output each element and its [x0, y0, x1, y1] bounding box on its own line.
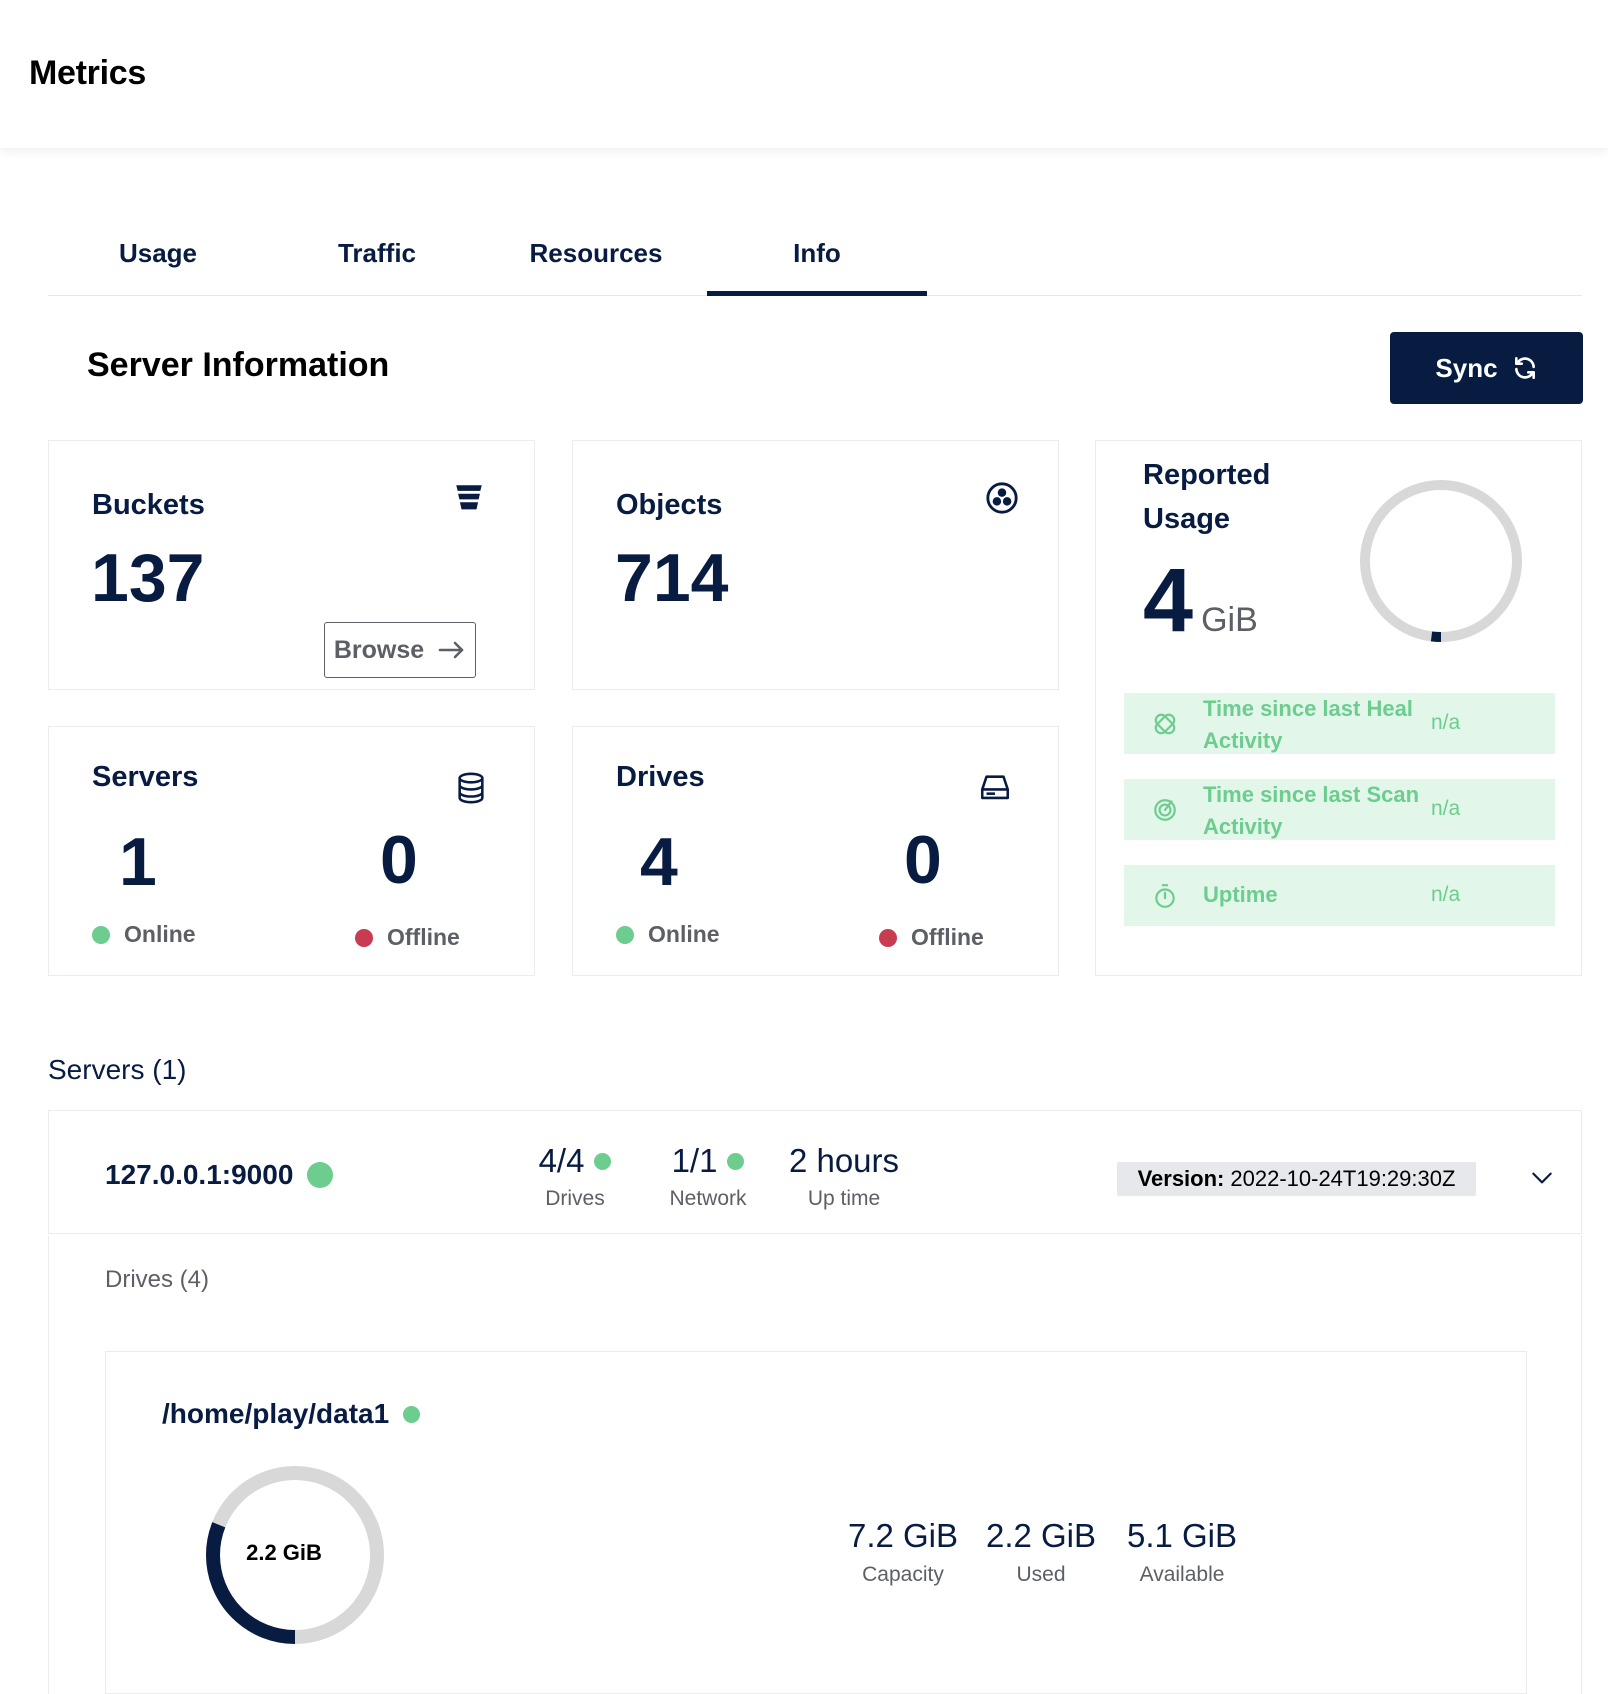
uptime-row: Uptime n/a — [1124, 865, 1555, 926]
online-label: Online — [124, 921, 196, 947]
server-drives-value: 4/4 — [538, 1142, 585, 1179]
objects-card: Objects 714 — [572, 440, 1059, 690]
drives-title: Drives — [616, 761, 705, 793]
available-value: 5.1 GiB — [1126, 1517, 1238, 1554]
drives-status-dot — [594, 1152, 612, 1170]
drives-offline-status: Offline — [879, 924, 984, 951]
server-endpoint: 127.0.0.1:9000 — [105, 1159, 334, 1191]
tab-usage[interactable]: Usage — [48, 238, 268, 269]
buckets-title: Buckets — [92, 489, 205, 521]
drive-icon — [980, 775, 1010, 800]
used-label: Used — [1016, 1563, 1066, 1586]
server-uptime-label: Up time — [807, 1187, 881, 1210]
scan-activity-row: Time since last Scan Activity n/a — [1124, 779, 1555, 840]
drive-available-metric: 5.1 GiB Available — [1112, 1517, 1252, 1587]
usage-amount: 4 — [1143, 551, 1194, 651]
drives-online-count: 4 — [640, 824, 678, 900]
offline-dot — [879, 928, 897, 947]
online-label: Online — [648, 921, 720, 947]
version-key: Version: — [1137, 1166, 1225, 1191]
tab-traffic[interactable]: Traffic — [267, 238, 487, 269]
offline-label: Offline — [911, 924, 984, 950]
server-network-value: 1/1 — [671, 1142, 718, 1179]
sync-button-label: Sync — [1435, 352, 1498, 383]
heal-activity-label: Time since last Heal Activity — [1203, 696, 1413, 753]
drive-ring-label: 2.2 GiB — [246, 1540, 322, 1565]
usage-ring-track — [1360, 480, 1522, 642]
servers-title: Servers — [92, 761, 199, 793]
server-row[interactable]: 127.0.0.1:9000 4/4 Drives 1/1 Network 2 … — [48, 1110, 1582, 1234]
servers-icon — [458, 772, 484, 804]
drives-offline-count: 0 — [904, 822, 942, 898]
browse-buckets-button[interactable]: Browse — [324, 622, 476, 678]
stopwatch-icon — [1155, 884, 1175, 908]
tab-resources[interactable]: Resources — [486, 238, 706, 269]
heal-activity-row: Time since last Heal Activity n/a — [1124, 693, 1555, 754]
drive-card: /home/play/data1 2.2 GiB 7.2 GiB Capacit… — [105, 1351, 1527, 1694]
sync-button[interactable]: Sync — [1390, 332, 1583, 404]
objects-title: Objects — [616, 489, 723, 521]
server-uptime-value: 2 hours — [788, 1142, 900, 1179]
servers-list-heading: Servers (1) — [48, 1054, 187, 1085]
offline-label: Offline — [387, 924, 460, 950]
section-title: Server Information — [87, 346, 390, 384]
servers-offline-count: 0 — [380, 822, 418, 898]
capacity-label: Capacity — [862, 1563, 944, 1586]
uptime-value: n/a — [1431, 883, 1461, 906]
drives-card: Drives 4 Online 0 Offline — [572, 726, 1059, 976]
server-status-dot — [307, 1162, 334, 1188]
version-value: 2022-10-24T19:29:30Z — [1230, 1166, 1456, 1191]
online-dot — [616, 925, 634, 944]
server-network-metric: 1/1 Network — [643, 1139, 773, 1211]
chevron-down-icon[interactable] — [1529, 1165, 1555, 1191]
scan-activity-value: n/a — [1431, 797, 1461, 820]
page-title: Metrics — [29, 54, 146, 92]
usage-unit: GiB — [1201, 601, 1258, 639]
drive-used-metric: 2.2 GiB Used — [976, 1517, 1106, 1587]
available-label: Available — [1139, 1563, 1225, 1586]
uptime-label: Uptime — [1203, 882, 1278, 907]
refresh-icon — [1514, 356, 1535, 380]
drive-status-dot — [403, 1405, 421, 1423]
heal-icon — [1154, 713, 1176, 735]
page-header: Metrics — [0, 0, 1608, 148]
drives-list-heading: Drives (4) — [105, 1266, 210, 1293]
version-badge: Version: 2022-10-24T19:29:30Z — [1117, 1162, 1476, 1196]
reported-usage-value: 4 GiB — [1143, 551, 1258, 651]
server-drives-metric: 4/4 Drives — [515, 1139, 635, 1211]
network-status-dot — [727, 1152, 745, 1170]
server-uptime-metric: 2 hours Up time — [779, 1139, 909, 1211]
buckets-count: 137 — [91, 540, 205, 616]
servers-online-status: Online — [92, 921, 196, 948]
servers-offline-status: Offline — [355, 924, 460, 951]
drives-online-status: Online — [616, 921, 720, 948]
reported-usage-title: Reported Usage — [1143, 459, 1271, 535]
drive-capacity-metric: 7.2 GiB Capacity — [838, 1517, 968, 1587]
tab-info[interactable]: Info — [707, 238, 927, 296]
online-dot — [92, 925, 110, 944]
server-drives-label: Drives — [545, 1187, 605, 1210]
capacity-value: 7.2 GiB — [847, 1517, 959, 1554]
heal-activity-value: n/a — [1431, 711, 1461, 734]
server-network-label: Network — [669, 1187, 747, 1210]
tab-bar: Usage Traffic Resources Info — [48, 224, 1582, 296]
arrow-right-icon — [438, 641, 464, 659]
scan-activity-label: Time since last Scan Activity — [1203, 782, 1420, 839]
drive-path: /home/play/data1 — [162, 1398, 421, 1430]
objects-icon — [986, 482, 1018, 514]
servers-online-count: 1 — [119, 824, 157, 900]
usage-ring-chart — [1360, 480, 1522, 642]
servers-card: Servers 1 Online 0 Offline — [48, 726, 535, 976]
bucket-icon — [456, 485, 482, 510]
scan-icon — [1154, 799, 1176, 821]
browse-label: Browse — [333, 635, 425, 664]
used-value: 2.2 GiB — [985, 1517, 1097, 1554]
offline-dot — [355, 928, 373, 947]
objects-count: 714 — [615, 540, 729, 616]
